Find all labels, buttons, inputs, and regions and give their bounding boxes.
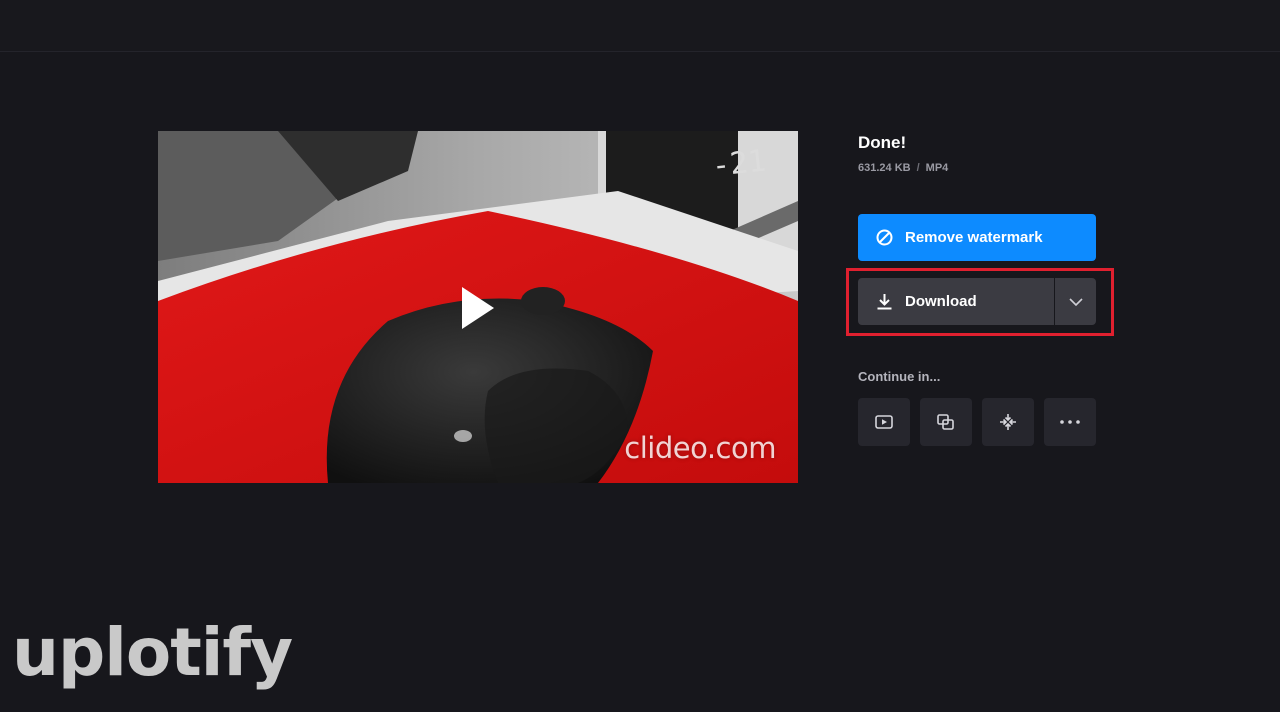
continue-tool-compress[interactable] <box>982 398 1034 446</box>
download-icon <box>876 293 893 310</box>
remove-watermark-label: Remove watermark <box>905 229 1043 246</box>
result-panel: Done! 631.24 KB / MP4 Remove watermark Dow… <box>846 131 1118 446</box>
video-preview[interactable]: -21 clideo.com <box>158 131 798 483</box>
remove-watermark-button[interactable]: Remove watermark <box>858 214 1096 261</box>
svg-text:-21: -21 <box>710 143 768 183</box>
continue-tool-merge[interactable] <box>920 398 972 446</box>
file-size: 631.24 KB <box>858 162 911 174</box>
file-meta: 631.24 KB / MP4 <box>858 162 1118 174</box>
no-symbol-icon <box>876 229 893 246</box>
more-icon <box>1060 420 1080 424</box>
result-title: Done! <box>858 133 907 152</box>
continue-tool-video-player[interactable] <box>858 398 910 446</box>
compress-icon <box>1000 414 1016 430</box>
download-label: Download <box>905 293 977 310</box>
file-format: MP4 <box>925 162 949 174</box>
video-player-icon <box>875 415 893 429</box>
continue-tool-more[interactable] <box>1044 398 1096 446</box>
video-watermark-text: clideo.com <box>624 431 776 465</box>
merge-icon <box>937 414 954 430</box>
uplotify-logo: uplotify <box>12 614 293 691</box>
download-options-button[interactable] <box>1055 278 1096 325</box>
meta-separator: / <box>916 162 920 174</box>
continue-tools <box>858 398 1096 446</box>
download-button[interactable]: Download <box>858 278 1054 325</box>
play-icon[interactable] <box>460 285 496 331</box>
continue-in-label: Continue in... <box>858 369 941 384</box>
chevron-down-icon <box>1068 297 1083 306</box>
top-bar <box>0 0 1280 52</box>
